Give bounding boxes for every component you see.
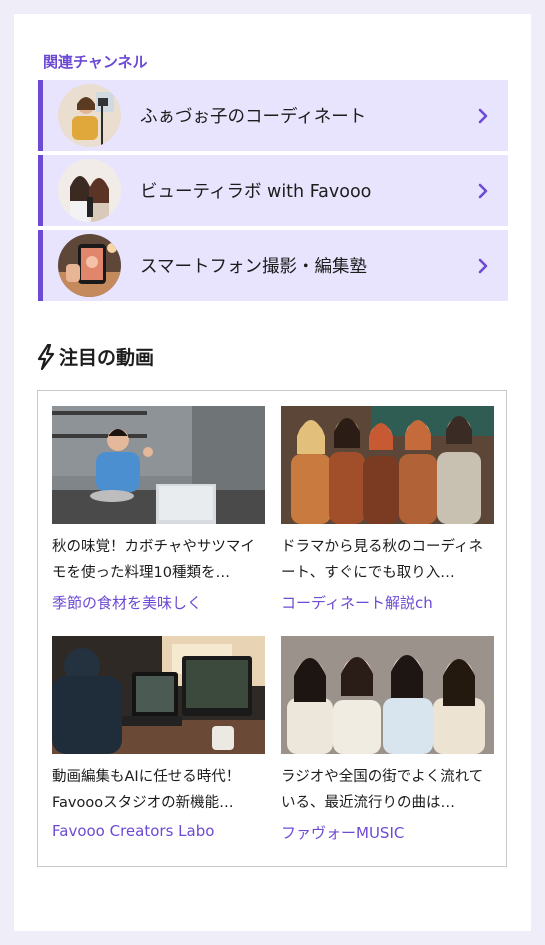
channel-name: ビューティラボ with Favooo [140, 182, 372, 202]
video-card[interactable]: 動画編集もAIに任せる時代！Favoooスタジオの新機能… Favooo Cre… [52, 636, 265, 840]
related-channel-list: ふぁづぉ子のコーディネート ビューティラボ with Favooo スマートフォ… [38, 80, 508, 305]
video-card[interactable]: ドラマから見る秋のコーディネート、すぐにでも取り入… コーディネート解説ch [281, 406, 494, 613]
chevron-right-icon [478, 258, 488, 273]
video-channel-link[interactable]: Favooo Creators Labo [52, 822, 265, 840]
video-thumbnail[interactable] [52, 406, 265, 524]
video-title[interactable]: ラジオや全国の街でよく流れている、最近流行りの曲は… [281, 764, 494, 816]
video-title[interactable]: ドラマから見る秋のコーディネート、すぐにでも取り入… [281, 534, 494, 586]
video-channel-link[interactable]: コーディネート解説ch [281, 592, 494, 613]
channel-name: スマートフォン撮影・編集塾 [140, 257, 367, 277]
channel-avatar [58, 84, 121, 147]
featured-videos-heading: 注目の動画 [36, 343, 154, 370]
channel-avatar [58, 159, 121, 222]
video-thumbnail[interactable] [52, 636, 265, 754]
featured-video-grid: 秋の味覚！カボチャやサツマイモを使った料理10種類を… 季節の食材を美味しく ド… [37, 390, 507, 867]
channel-item-coordinate[interactable]: ふぁづぉ子のコーディネート [38, 80, 508, 151]
channel-item-smartphone-school[interactable]: スマートフォン撮影・編集塾 [38, 230, 508, 301]
video-channel-link[interactable]: 季節の食材を美味しく [52, 592, 265, 613]
channel-item-beauty-lab[interactable]: ビューティラボ with Favooo [38, 155, 508, 226]
video-thumbnail[interactable] [281, 636, 494, 754]
channel-name: ふぁづぉ子のコーディネート [140, 107, 367, 127]
related-channels-heading: 関連チャンネル [43, 53, 148, 71]
content-panel: 関連チャンネル ふぁづぉ子のコーディネート ビューティラボ with Favoo… [14, 14, 531, 931]
video-thumbnail[interactable] [281, 406, 494, 524]
lightning-icon [37, 343, 55, 370]
featured-videos-title: 注目の動画 [59, 347, 155, 369]
video-channel-link[interactable]: ファヴォーMUSIC [281, 822, 494, 843]
chevron-right-icon [478, 108, 488, 123]
video-card[interactable]: 秋の味覚！カボチャやサツマイモを使った料理10種類を… 季節の食材を美味しく [52, 406, 265, 613]
video-card[interactable]: ラジオや全国の街でよく流れている、最近流行りの曲は… ファヴォーMUSIC [281, 636, 494, 843]
channel-avatar [58, 234, 121, 297]
video-title[interactable]: 秋の味覚！カボチャやサツマイモを使った料理10種類を… [52, 534, 265, 586]
video-title[interactable]: 動画編集もAIに任せる時代！Favoooスタジオの新機能… [52, 764, 265, 816]
chevron-right-icon [478, 183, 488, 198]
